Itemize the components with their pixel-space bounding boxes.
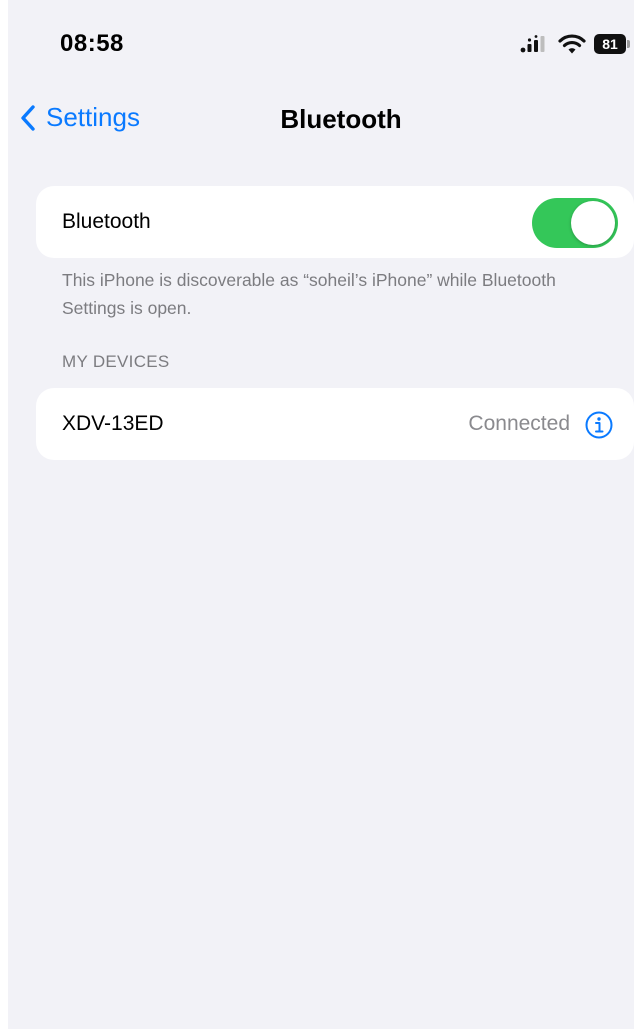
bluetooth-settings-screen: 08:58 81 Settings Bluetooth Bluetooth Th… — [0, 0, 634, 1029]
battery-tip — [627, 40, 630, 48]
cellular-signal-icon — [520, 35, 545, 53]
bluetooth-toggle-group: Bluetooth — [36, 186, 634, 258]
bluetooth-toggle-label: Bluetooth — [62, 210, 151, 233]
status-bar: 08:58 81 — [8, 0, 634, 92]
toggle-knob — [571, 201, 615, 245]
discoverable-footnote: This iPhone is discoverable as “soheil’s… — [62, 270, 556, 318]
my-devices-list: XDV-13ED Connected — [36, 388, 634, 460]
info-icon[interactable] — [584, 410, 614, 440]
device-row[interactable]: XDV-13ED Connected — [36, 388, 634, 460]
page-title: Bluetooth — [280, 104, 402, 134]
status-time: 08:58 — [60, 30, 124, 57]
battery-indicator: 81 — [594, 34, 630, 54]
device-status: Connected — [468, 412, 570, 435]
my-devices-header: MY DEVICES — [62, 352, 170, 371]
battery-level: 81 — [594, 34, 626, 54]
wifi-icon — [558, 34, 586, 54]
navigation-bar: Settings Bluetooth — [8, 92, 634, 148]
device-name: XDV-13ED — [62, 412, 164, 435]
bluetooth-toggle-switch[interactable] — [532, 198, 618, 248]
bluetooth-toggle-row: Bluetooth — [36, 186, 634, 258]
status-icons: 81 — [520, 32, 630, 56]
